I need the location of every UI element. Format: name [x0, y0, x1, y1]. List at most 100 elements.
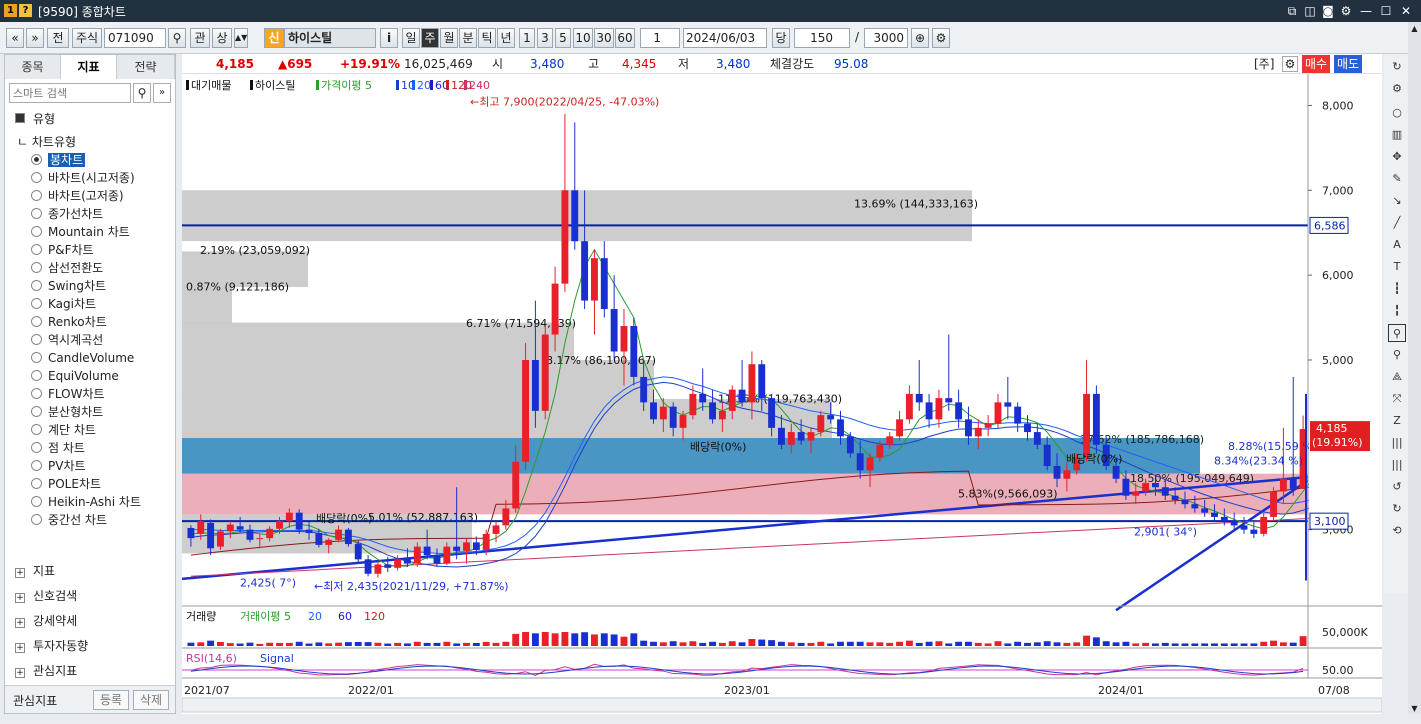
minimize-icon[interactable]: — — [1358, 3, 1374, 19]
refresh-icon[interactable]: ↻ — [1388, 58, 1406, 76]
radio-icon[interactable] — [31, 496, 42, 507]
auto-icon[interactable]: A — [1388, 236, 1406, 254]
radio-icon[interactable] — [31, 208, 42, 219]
vertical-scrollbar[interactable]: ▲ ▼ — [1408, 22, 1421, 714]
expand-plus-icon[interactable]: + — [15, 618, 25, 628]
period-week-tab[interactable]: 주 — [421, 28, 439, 48]
tab-indicator[interactable]: 지표 — [61, 55, 117, 79]
radio-icon[interactable] — [31, 442, 42, 453]
zoom-out-icon[interactable]: ⚲ — [1388, 346, 1406, 364]
chart-type-item[interactable]: Swing차트 — [31, 277, 106, 295]
section-item[interactable]: + 신호검색 — [15, 586, 77, 606]
radio-icon[interactable] — [31, 514, 42, 525]
chart-type-item[interactable]: 봉차트 — [31, 151, 86, 169]
nav-prev-button[interactable]: « — [6, 28, 24, 48]
radio-icon[interactable] — [31, 172, 42, 183]
chart-type-item[interactable]: FLOW차트 — [31, 385, 105, 403]
search-icon[interactable]: ⚲ — [168, 28, 186, 48]
radio-icon[interactable] — [31, 280, 42, 291]
settings-icon[interactable]: ⚙ — [932, 28, 950, 48]
chart-type-item[interactable]: 중간선 차트 — [31, 511, 107, 529]
interval-10-button[interactable]: 10 — [573, 28, 593, 48]
chart-type-item[interactable]: 종가선차트 — [31, 205, 103, 223]
section-item[interactable]: + 투자자동향 — [15, 636, 88, 656]
nav-next-button[interactable]: » — [26, 28, 44, 48]
watch-button[interactable]: 관 — [190, 28, 210, 48]
help-icon[interactable]: ? — [19, 4, 32, 17]
period-year-tab[interactable]: 년 — [497, 28, 515, 48]
interval-60-button[interactable]: 60 — [615, 28, 635, 48]
interval-select[interactable]: 1 — [640, 28, 680, 48]
tab-strategy[interactable]: 전략 — [117, 55, 175, 79]
interval-1-button[interactable]: 1 — [519, 28, 535, 48]
restore-icon[interactable]: ⧉ — [1284, 3, 1300, 19]
radio-icon[interactable] — [31, 190, 42, 201]
zigzag-icon[interactable]: Z — [1388, 412, 1406, 430]
radio-icon[interactable] — [31, 406, 42, 417]
radio-icon[interactable] — [31, 226, 42, 237]
text-icon[interactable]: T — [1388, 258, 1406, 276]
all-button[interactable]: 전 — [47, 28, 69, 48]
interval-30-button[interactable]: 30 — [594, 28, 614, 48]
search-icon[interactable]: ⚲ — [133, 83, 151, 103]
zoom-icon[interactable]: ⊕ — [911, 28, 929, 48]
register-button[interactable]: 등록 — [93, 690, 129, 710]
maximize-icon[interactable]: ☐ — [1378, 3, 1394, 19]
line-icon[interactable]: ╱ — [1388, 214, 1406, 232]
radio-icon[interactable] — [31, 478, 42, 489]
candle2-icon[interactable]: ╏ — [1388, 302, 1406, 320]
chart-type-item[interactable]: P&F차트 — [31, 241, 94, 259]
expand-plus-icon[interactable]: + — [15, 568, 25, 578]
sell-button[interactable]: 매도 — [1334, 55, 1362, 73]
chart-type-item[interactable]: 바차트(시고저종) — [31, 169, 135, 187]
chart-type-item[interactable]: 점 차트 — [31, 439, 85, 457]
radio-icon[interactable] — [31, 460, 42, 471]
chart-type-item[interactable]: Kagi차트 — [31, 295, 96, 313]
delete-button[interactable]: 삭제 — [133, 690, 169, 710]
fib-icon[interactable]: ⟁ — [1388, 368, 1406, 386]
chart-type-item[interactable]: 계단 차트 — [31, 421, 96, 439]
period-tick-tab[interactable]: 틱 — [478, 28, 496, 48]
chart-type-item[interactable]: 삼선전환도 — [31, 259, 103, 277]
date-input[interactable]: 2024/06/03 — [683, 28, 767, 48]
section-item[interactable]: + 관심지표 — [15, 661, 77, 681]
expand-plus-icon[interactable]: + — [15, 668, 25, 678]
arrow-icon[interactable]: ↘ — [1388, 192, 1406, 210]
period-day-tab[interactable]: 일 — [402, 28, 420, 48]
radio-icon[interactable] — [31, 154, 42, 165]
radio-icon[interactable] — [31, 316, 42, 327]
radio-icon[interactable] — [31, 352, 42, 363]
zoom-in-icon[interactable]: ⚲ — [1388, 324, 1406, 342]
circle-icon[interactable]: ○ — [1388, 104, 1406, 122]
camera-icon[interactable]: ◙ — [1320, 3, 1336, 19]
bar-count-input[interactable]: 150 — [794, 28, 850, 48]
bookmark-icon[interactable]: ◫ — [1302, 3, 1318, 19]
reset-icon[interactable]: ⟲ — [1388, 522, 1406, 540]
info-button[interactable]: i — [380, 28, 398, 48]
chart-type-item[interactable]: 바차트(고저종) — [31, 187, 124, 205]
buy-button[interactable]: 매수 — [1302, 55, 1330, 73]
expand-plus-icon[interactable]: + — [15, 593, 25, 603]
link-icon[interactable]: ⚙ — [1338, 3, 1354, 19]
stock-code-input[interactable]: 071090 — [104, 28, 166, 48]
chart-svg[interactable]: 13.69% (144,333,163) 2.19% (23,059,092) 0.… — [182, 74, 1382, 714]
close-icon[interactable]: ✕ — [1398, 3, 1414, 19]
interval-5-button[interactable]: 5 — [555, 28, 571, 48]
radio-icon[interactable] — [31, 298, 42, 309]
chart-area[interactable]: 13.69% (144,333,163) 2.19% (23,059,092) 0.… — [182, 74, 1382, 714]
tab-stock[interactable]: 종목 — [5, 55, 61, 79]
interval-3-button[interactable]: 3 — [537, 28, 553, 48]
radio-icon[interactable] — [31, 334, 42, 345]
period-minute-tab[interactable]: 분 — [459, 28, 477, 48]
spin-icon[interactable]: ▲▼ — [234, 28, 248, 48]
section-item[interactable]: + 강세약세 — [15, 611, 77, 631]
bar-icon[interactable]: ▥ — [1388, 126, 1406, 144]
chart-settings-icon[interactable]: ⚙ — [1282, 56, 1298, 72]
candle-icon[interactable]: ┇ — [1388, 280, 1406, 298]
smart-search-input[interactable] — [9, 83, 131, 103]
pen-icon[interactable]: ✎ — [1388, 170, 1406, 188]
expand-icon[interactable]: » — [153, 83, 171, 103]
chart-type-item[interactable]: Heikin-Ashi 차트 — [31, 493, 141, 511]
radio-icon[interactable] — [31, 244, 42, 255]
redo-icon[interactable]: ↻ — [1388, 500, 1406, 518]
